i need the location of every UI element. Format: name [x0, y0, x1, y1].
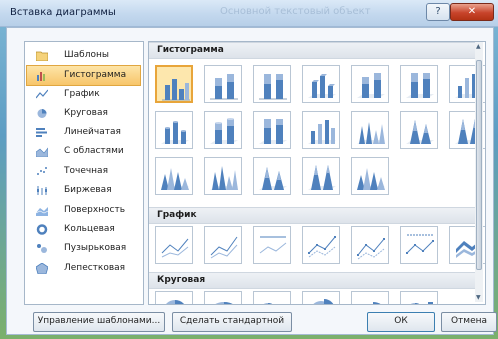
scroll-down-arrow-icon[interactable]: ▼: [476, 294, 481, 301]
scatter-chart-icon: [37, 167, 47, 175]
sidebar-item-surface[interactable]: Поверхность: [27, 201, 140, 220]
scroll-up-arrow-icon[interactable]: ▲: [476, 43, 481, 50]
chart-thumb-3d-pie[interactable]: [204, 291, 242, 304]
sidebar-item-doughnut[interactable]: Кольцевая: [27, 220, 140, 239]
sidebar-item-line[interactable]: График: [27, 85, 140, 104]
sidebar-item-scatter[interactable]: Точечная: [27, 162, 140, 181]
background-window-title: Основной текстовый объект: [220, 6, 371, 17]
radar-chart-icon: [36, 263, 48, 274]
dialog-titlebar[interactable]: Вставка диаграммы Основной текстовый объ…: [0, 0, 498, 27]
scrollbar-thumb[interactable]: [476, 60, 482, 270]
help-icon: ?: [435, 6, 441, 17]
manage-templates-button[interactable]: Управление шаблонами...: [33, 312, 165, 332]
chart-thumb-stacked-pyramid[interactable]: [253, 157, 291, 195]
set-as-default-button[interactable]: Сделать стандартной: [172, 312, 292, 332]
chart-thumb-100-stacked-column[interactable]: [253, 65, 291, 103]
chart-thumb-stacked-line-markers[interactable]: [351, 226, 389, 264]
section-header-pie: Круговая: [149, 272, 475, 289]
chart-thumb-clustered-cylinder[interactable]: [155, 111, 193, 149]
bubble-chart-icon: [37, 244, 47, 253]
sidebar-item-bar[interactable]: Линейчатая: [27, 123, 140, 142]
area-chart-icon: [36, 147, 48, 157]
sidebar-item-column[interactable]: Гистограмма: [26, 65, 141, 86]
chart-thumb-stacked-cylinder[interactable]: [204, 111, 242, 149]
line-chart-icon: [36, 89, 48, 99]
chart-thumb-3d-stacked-column[interactable]: [351, 65, 389, 103]
section-header-column: Гистограмма: [149, 42, 475, 59]
doughnut-chart-icon: [36, 224, 48, 235]
sidebar-item-bubble[interactable]: Пузырьковая: [27, 239, 140, 258]
chart-type-list: Шаблоны Гистограмма График Круговая Лине…: [24, 41, 144, 305]
chart-thumb-100-stacked-line-markers[interactable]: [400, 226, 438, 264]
chart-thumb-3d-cone[interactable]: [155, 157, 193, 195]
sidebar-item-templates[interactable]: Шаблоны: [27, 46, 140, 65]
chart-thumb-100-stacked-cylinder[interactable]: [253, 111, 291, 149]
chart-thumb-100-stacked-pyramid[interactable]: [302, 157, 340, 195]
sidebar-item-area[interactable]: С областями: [27, 142, 140, 161]
folder-icon: [36, 51, 48, 61]
chart-thumb-line[interactable]: [155, 226, 193, 264]
chart-thumb-pie-of-pie[interactable]: [253, 291, 291, 304]
chart-subtype-gallery: Гистограмма График Круговая: [148, 41, 486, 305]
dialog-title: Вставка диаграммы: [10, 7, 116, 18]
chart-thumb-exploded-3d-pie[interactable]: [351, 291, 389, 304]
cancel-button[interactable]: Отмена: [441, 312, 497, 332]
close-icon: ✕: [467, 6, 477, 17]
sidebar-item-radar[interactable]: Лепестковая: [27, 259, 140, 278]
pie-chart-icon: [37, 109, 47, 118]
surface-chart-icon: [36, 207, 48, 216]
help-button[interactable]: ?: [426, 3, 450, 21]
stock-chart-icon: [37, 186, 47, 195]
chart-thumb-3d-pyramid[interactable]: [351, 157, 389, 195]
chart-thumb-3d-100-stacked-column[interactable]: [400, 65, 438, 103]
chart-thumb-clustered-column[interactable]: [155, 65, 193, 103]
chart-thumb-clustered-pyramid[interactable]: [204, 157, 242, 195]
chart-thumb-pie[interactable]: [155, 291, 193, 304]
sidebar-item-pie[interactable]: Круговая: [27, 104, 140, 123]
chart-thumb-stacked-line[interactable]: [204, 226, 242, 264]
chart-thumb-100-stacked-line[interactable]: [253, 226, 291, 264]
bar-chart-icon: [36, 128, 47, 137]
chart-thumb-stacked-column[interactable]: [204, 65, 242, 103]
close-button[interactable]: ✕: [450, 3, 494, 21]
column-chart-icon: [37, 72, 45, 81]
chart-thumb-line-markers[interactable]: [302, 226, 340, 264]
chart-thumb-stacked-cone[interactable]: [400, 111, 438, 149]
ok-button[interactable]: ОК: [367, 312, 435, 332]
section-header-line: График: [149, 207, 475, 224]
chart-thumb-clustered-cone[interactable]: [351, 111, 389, 149]
chart-thumb-bar-of-pie[interactable]: [400, 291, 438, 304]
chart-thumb-3d-cylinder[interactable]: [302, 111, 340, 149]
sidebar-item-stock[interactable]: Биржевая: [27, 181, 140, 200]
chart-thumb-exploded-pie[interactable]: [302, 291, 340, 304]
chart-thumb-3d-clustered-column[interactable]: [302, 65, 340, 103]
